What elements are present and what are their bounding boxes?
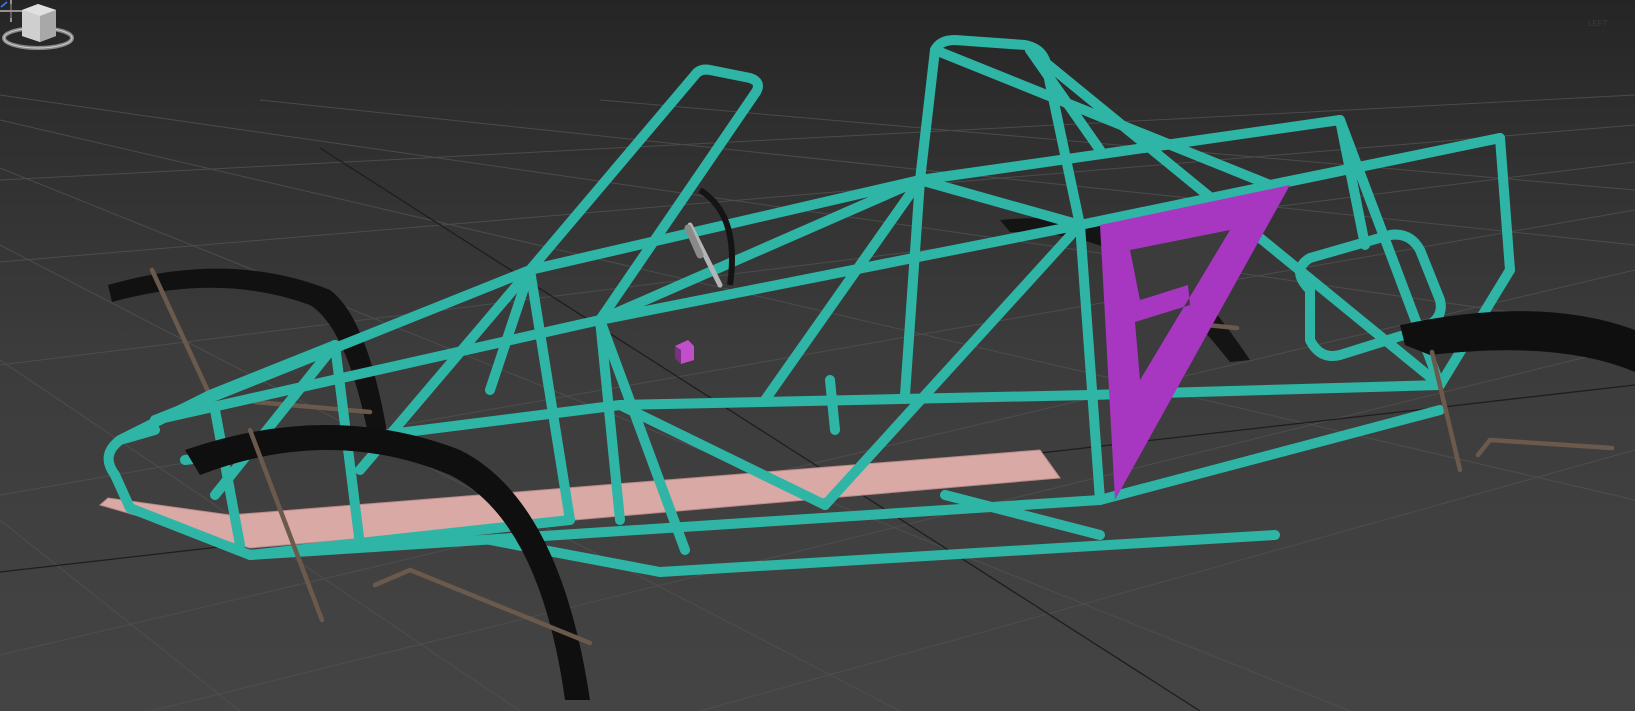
chassis-model[interactable] [0, 0, 1635, 711]
fender-front-right[interactable] [185, 425, 590, 700]
pivot-marker[interactable] [675, 340, 694, 364]
axis-tripod-icon [0, 1, 8, 8]
3d-viewport[interactable]: LEFT [0, 0, 1635, 711]
